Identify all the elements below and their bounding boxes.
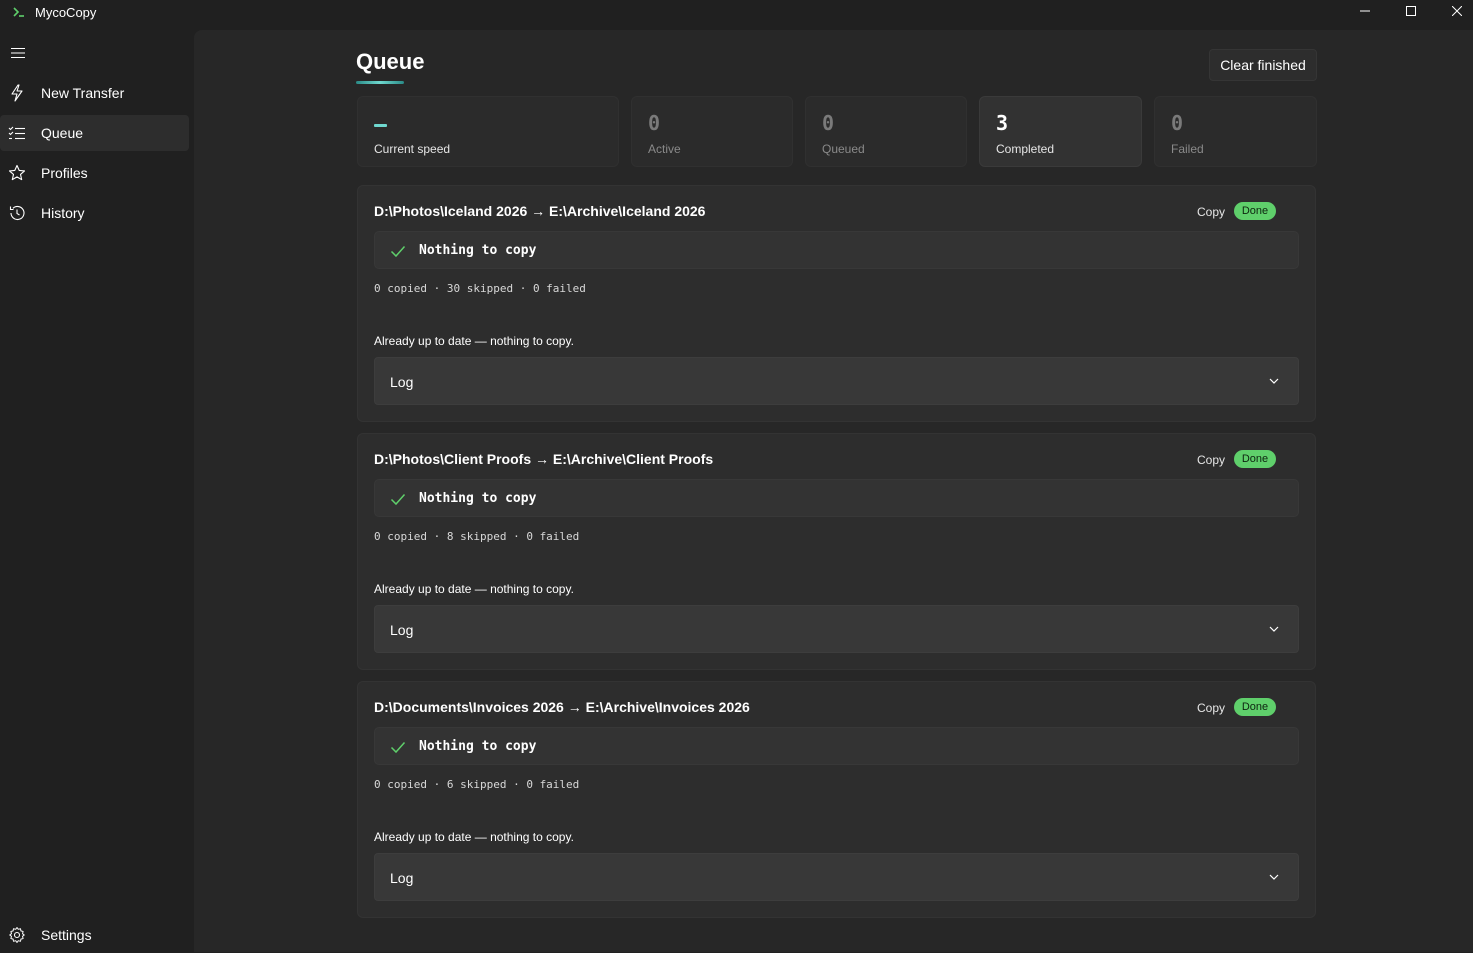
log-expander[interactable]: Log [374, 357, 1299, 405]
speed-placeholder-dash [374, 124, 387, 127]
page-title: Queue [356, 49, 425, 74]
minimize-button[interactable] [1342, 0, 1388, 22]
transfer-counts: 0 copied · 8 skipped · 0 failed [374, 530, 580, 543]
sidebar-item-label: Settings [41, 927, 92, 943]
transfer-job-card: D:\Photos\Iceland 2026 → E:\Archive\Icel… [357, 185, 1316, 422]
stat-value: 3 [996, 111, 1009, 135]
close-icon [1452, 6, 1462, 16]
result-box: Nothing to copy [374, 479, 1299, 517]
close-button[interactable] [1434, 0, 1473, 22]
log-expander[interactable]: Log [374, 853, 1299, 901]
chevron-down-icon [1269, 874, 1279, 880]
app-title: MycoCopy [35, 5, 97, 20]
log-label: Log [390, 374, 414, 390]
minimize-icon [1360, 10, 1370, 12]
hamburger-icon [11, 48, 25, 58]
transfer-path: D:\Photos\Client Proofs → E:\Archive\Cli… [374, 451, 714, 467]
sidebar-item-history[interactable]: History [0, 195, 189, 231]
stat-card-active: 0 Active [631, 96, 793, 167]
transfer-type: Copy [1197, 701, 1226, 715]
transfer-path: D:\Documents\Invoices 2026 → E:\Archive\… [374, 699, 750, 715]
chevron-down-icon [1269, 626, 1279, 632]
stat-label: Active [648, 142, 681, 156]
check-icon [390, 245, 406, 258]
stat-card-completed: 3 Completed [979, 96, 1142, 167]
transfer-type: Copy [1197, 205, 1226, 219]
result-text: Nothing to copy [419, 491, 537, 506]
sidebar-item-new-transfer[interactable]: New Transfer [0, 75, 189, 111]
log-expander[interactable]: Log [374, 605, 1299, 653]
title-bar: MycoCopy [0, 0, 1473, 30]
result-box: Nothing to copy [374, 727, 1299, 765]
transfer-message: Already up to date — nothing to copy. [374, 334, 574, 348]
check-icon [390, 493, 406, 506]
history-icon [8, 204, 26, 222]
stat-label: Current speed [374, 142, 451, 156]
stat-value: 0 [822, 111, 835, 135]
transfer-type: Copy [1197, 453, 1226, 467]
star-icon [8, 164, 26, 182]
stat-card-failed: 0 Failed [1154, 96, 1317, 167]
result-text: Nothing to copy [419, 739, 537, 754]
app-logo-icon [13, 7, 24, 17]
result-text: Nothing to copy [419, 243, 537, 258]
chevron-down-icon [1269, 378, 1279, 384]
gear-icon [8, 926, 26, 944]
maximize-button[interactable] [1388, 0, 1434, 22]
transfer-counts: 0 copied · 6 skipped · 0 failed [374, 778, 580, 791]
sidebar-item-profiles[interactable]: Profiles [0, 155, 189, 191]
main-content: Queue Clear finished Current speed 0 Act… [194, 30, 1473, 952]
sidebar-item-label: History [41, 205, 85, 221]
transfer-message: Already up to date — nothing to copy. [374, 582, 574, 596]
queue-list-icon [8, 124, 26, 142]
sidebar-item-queue[interactable]: Queue [0, 115, 189, 151]
stat-card-queued: 0 Queued [805, 96, 967, 167]
transfer-message: Already up to date — nothing to copy. [374, 830, 574, 844]
transfer-job-card: D:\Documents\Invoices 2026 → E:\Archive\… [357, 681, 1316, 918]
stat-label: Queued [822, 142, 865, 156]
stat-value: 0 [1171, 111, 1184, 135]
transfer-counts: 0 copied · 30 skipped · 0 failed [374, 282, 586, 295]
log-label: Log [390, 622, 414, 638]
transfer-path: D:\Photos\Iceland 2026 → E:\Archive\Icel… [374, 203, 706, 219]
title-underline [356, 81, 404, 84]
lightning-icon [8, 84, 26, 102]
menu-toggle-button[interactable] [8, 43, 28, 63]
sidebar: New Transfer Queue Profiles History Sett… [0, 30, 194, 952]
sidebar-item-label: Queue [41, 125, 84, 141]
status-badge: Done [1234, 698, 1276, 716]
sidebar-item-label: New Transfer [41, 85, 125, 101]
status-badge: Done [1234, 450, 1276, 468]
stat-card-current-speed: Current speed [357, 96, 619, 167]
stat-label: Failed [1171, 142, 1204, 156]
log-label: Log [390, 870, 414, 886]
stat-value: 0 [648, 111, 661, 135]
sidebar-item-settings[interactable]: Settings [0, 917, 189, 953]
stat-label: Completed [996, 142, 1055, 156]
result-box: Nothing to copy [374, 231, 1299, 269]
check-icon [390, 741, 406, 754]
status-badge: Done [1234, 202, 1276, 220]
sidebar-item-label: Profiles [41, 165, 88, 181]
clear-finished-button[interactable]: Clear finished [1209, 49, 1317, 81]
maximize-icon [1406, 6, 1416, 16]
transfer-job-card: D:\Photos\Client Proofs → E:\Archive\Cli… [357, 433, 1316, 670]
